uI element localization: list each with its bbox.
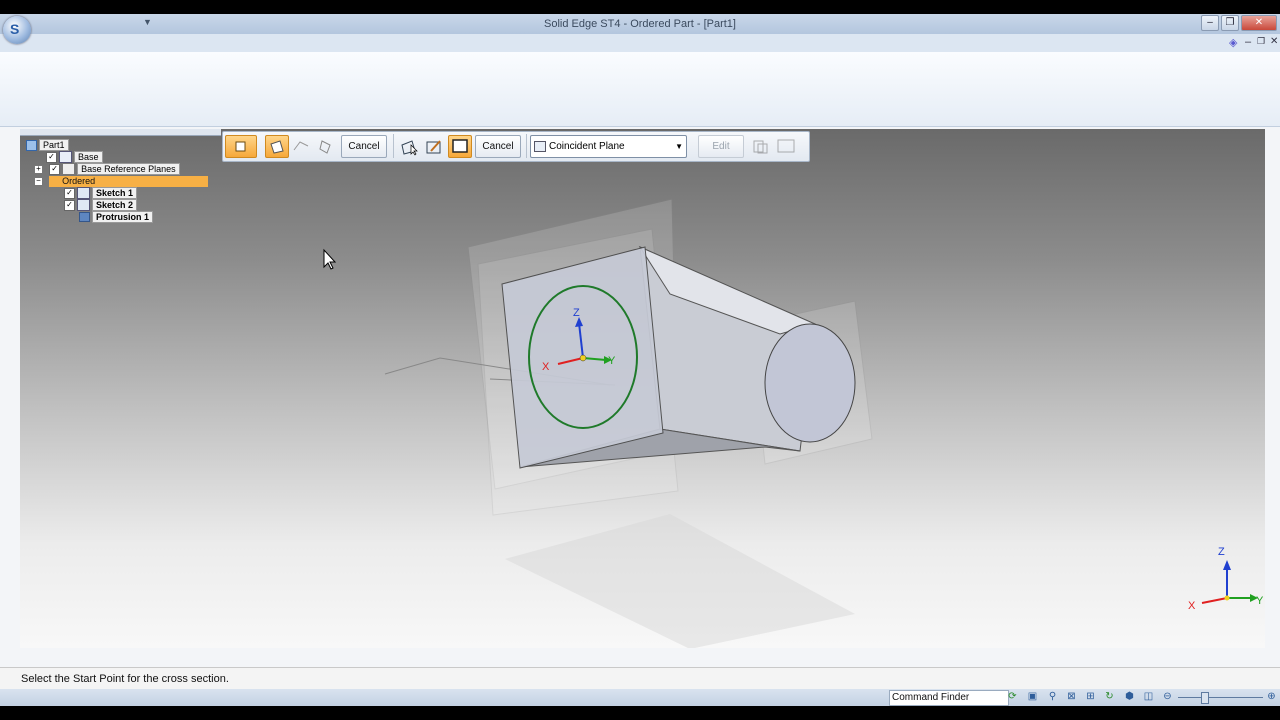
part-icon bbox=[26, 139, 37, 151]
ribbon-restore-button[interactable]: ❐ bbox=[1257, 36, 1265, 47]
triad-x-label: X bbox=[542, 361, 550, 373]
tree-item-ordered[interactable]: − Ordered bbox=[24, 175, 209, 187]
close-button[interactable]: ✕ bbox=[1241, 15, 1277, 31]
profile-button[interactable] bbox=[749, 135, 773, 158]
zoom-slider-track[interactable] bbox=[1178, 697, 1263, 698]
refresh-icon[interactable]: ⟳ bbox=[1007, 691, 1018, 702]
pathfinder-drag-handle[interactable] bbox=[20, 129, 221, 136]
separator bbox=[393, 134, 394, 158]
floor-shadow bbox=[505, 514, 855, 648]
tree-root[interactable]: Part1 bbox=[24, 139, 208, 152]
zoom-out-icon[interactable]: ⊖ bbox=[1162, 691, 1173, 702]
triad-z-label: Z bbox=[573, 307, 580, 319]
screen-border bbox=[0, 706, 1280, 720]
extent-step-button[interactable] bbox=[314, 135, 338, 158]
minimize-button[interactable]: ‒ bbox=[1201, 15, 1219, 31]
select-sketch-icon bbox=[452, 139, 468, 153]
ribbon-tab-strip bbox=[0, 34, 1280, 52]
select-plane-button[interactable] bbox=[397, 135, 421, 158]
options-icon bbox=[235, 141, 246, 152]
draw-sketch-button[interactable] bbox=[422, 135, 446, 158]
ribbon-minimize-button[interactable]: ‒ bbox=[1245, 36, 1251, 48]
tree-item-label: Sketch 1 bbox=[92, 187, 138, 200]
tree-item-protrusion1[interactable]: Protrusion 1 bbox=[24, 211, 208, 224]
view-cube-icon[interactable]: ⬢ bbox=[1124, 691, 1135, 702]
tree-item-label-selected: Ordered bbox=[49, 175, 209, 187]
zoom-slider-thumb[interactable] bbox=[1201, 692, 1209, 704]
expand-icon[interactable]: + bbox=[34, 164, 43, 174]
collapse-icon[interactable]: − bbox=[34, 176, 43, 186]
check-icon[interactable]: ✓ bbox=[64, 187, 75, 199]
coordinate-system-icon bbox=[59, 151, 72, 164]
triad-origin bbox=[579, 354, 587, 362]
cancel-button[interactable]: Cancel bbox=[341, 135, 387, 158]
coincident-plane-icon bbox=[534, 141, 546, 152]
tree-item-label: Sketch 2 bbox=[92, 199, 138, 212]
view-triad-y-label: Y bbox=[1256, 595, 1264, 607]
check-icon[interactable]: ✓ bbox=[46, 151, 57, 163]
check-icon[interactable]: ✓ bbox=[49, 163, 61, 175]
triad-y-label: Y bbox=[608, 355, 616, 367]
command-finder-input[interactable]: Command Finder bbox=[889, 690, 1009, 706]
separator bbox=[526, 134, 527, 158]
help-icon[interactable]: ◈ bbox=[1229, 36, 1237, 49]
sketch-icon bbox=[77, 199, 90, 212]
pathfinder-tree: Part1 ✓ Base + ✓ Base Reference Planes − O… bbox=[24, 139, 209, 224]
select-sketch-button[interactable] bbox=[448, 135, 472, 158]
tree-item-label: Protrusion 1 bbox=[92, 211, 154, 224]
extent-step-icon bbox=[319, 140, 331, 154]
view-triad-origin bbox=[1224, 595, 1230, 601]
cursor-icon bbox=[323, 248, 337, 270]
plane-method-select[interactable]: Coincident Plane ▼ bbox=[530, 135, 687, 158]
draw-sketch-icon bbox=[426, 140, 441, 154]
cross-section-step-icon bbox=[270, 140, 284, 154]
sketch2-circle-face bbox=[764, 323, 856, 443]
finish-button[interactable] bbox=[774, 135, 798, 158]
edit-button[interactable]: Edit bbox=[698, 135, 744, 158]
rotate-icon[interactable]: ↻ bbox=[1104, 691, 1115, 702]
prompt-text: Select the Start Point for the cross sec… bbox=[21, 673, 229, 685]
cancel-sketch-button[interactable]: Cancel bbox=[475, 135, 521, 158]
ribbon-close-button[interactable]: ✕ bbox=[1270, 36, 1278, 47]
plane-method-value: Coincident Plane bbox=[549, 141, 625, 152]
options-button[interactable] bbox=[225, 135, 257, 158]
tree-item-label: Base Reference Planes bbox=[77, 163, 180, 176]
command-bar: Cancel Cancel Coincident Plane ▼ Edit bbox=[222, 131, 810, 162]
view-triad-x-axis bbox=[1201, 597, 1228, 604]
zoom-icon[interactable]: ⚲ bbox=[1047, 691, 1058, 702]
reference-planes-icon bbox=[62, 163, 76, 176]
finish-icon bbox=[777, 139, 795, 153]
pan-icon[interactable]: ⊞ bbox=[1085, 691, 1096, 702]
view-triad-x-label: X bbox=[1188, 600, 1196, 612]
select-plane-icon bbox=[401, 140, 418, 156]
zoom-in-icon[interactable]: ⊕ bbox=[1266, 691, 1277, 702]
check-icon[interactable]: ✓ bbox=[64, 199, 75, 211]
sketch-view-icon[interactable]: ◫ bbox=[1143, 691, 1154, 702]
zoom-area-icon[interactable]: ▣ bbox=[1027, 691, 1038, 702]
restore-button[interactable]: ❐ bbox=[1221, 15, 1239, 31]
tree-item-base[interactable]: ✓ Base bbox=[24, 151, 208, 164]
tree-item-label: Base bbox=[74, 151, 103, 164]
tree-item-base-reference-planes[interactable]: + ✓ Base Reference Planes bbox=[24, 163, 208, 176]
dropdown-arrow-icon: ▼ bbox=[675, 142, 683, 151]
fit-icon[interactable]: ⊠ bbox=[1066, 691, 1077, 702]
cross-section-step-button[interactable] bbox=[265, 135, 289, 158]
tree-root-label: Part1 bbox=[39, 139, 69, 152]
path-step-icon bbox=[293, 141, 309, 151]
app-orb-icon[interactable]: S bbox=[3, 16, 31, 44]
view-triad-z-label: Z bbox=[1218, 546, 1225, 558]
protrusion-icon bbox=[79, 212, 90, 223]
tree-item-sketch2[interactable]: ✓ Sketch 2 bbox=[24, 199, 208, 212]
window-title: Solid Edge ST4 - Ordered Part - [Part1] bbox=[544, 18, 736, 30]
path-step-button[interactable] bbox=[289, 135, 313, 158]
sketch-icon bbox=[77, 187, 90, 200]
tree-item-sketch1[interactable]: ✓ Sketch 1 bbox=[24, 187, 208, 200]
ribbon bbox=[0, 52, 1280, 127]
profile-icon bbox=[753, 140, 768, 154]
